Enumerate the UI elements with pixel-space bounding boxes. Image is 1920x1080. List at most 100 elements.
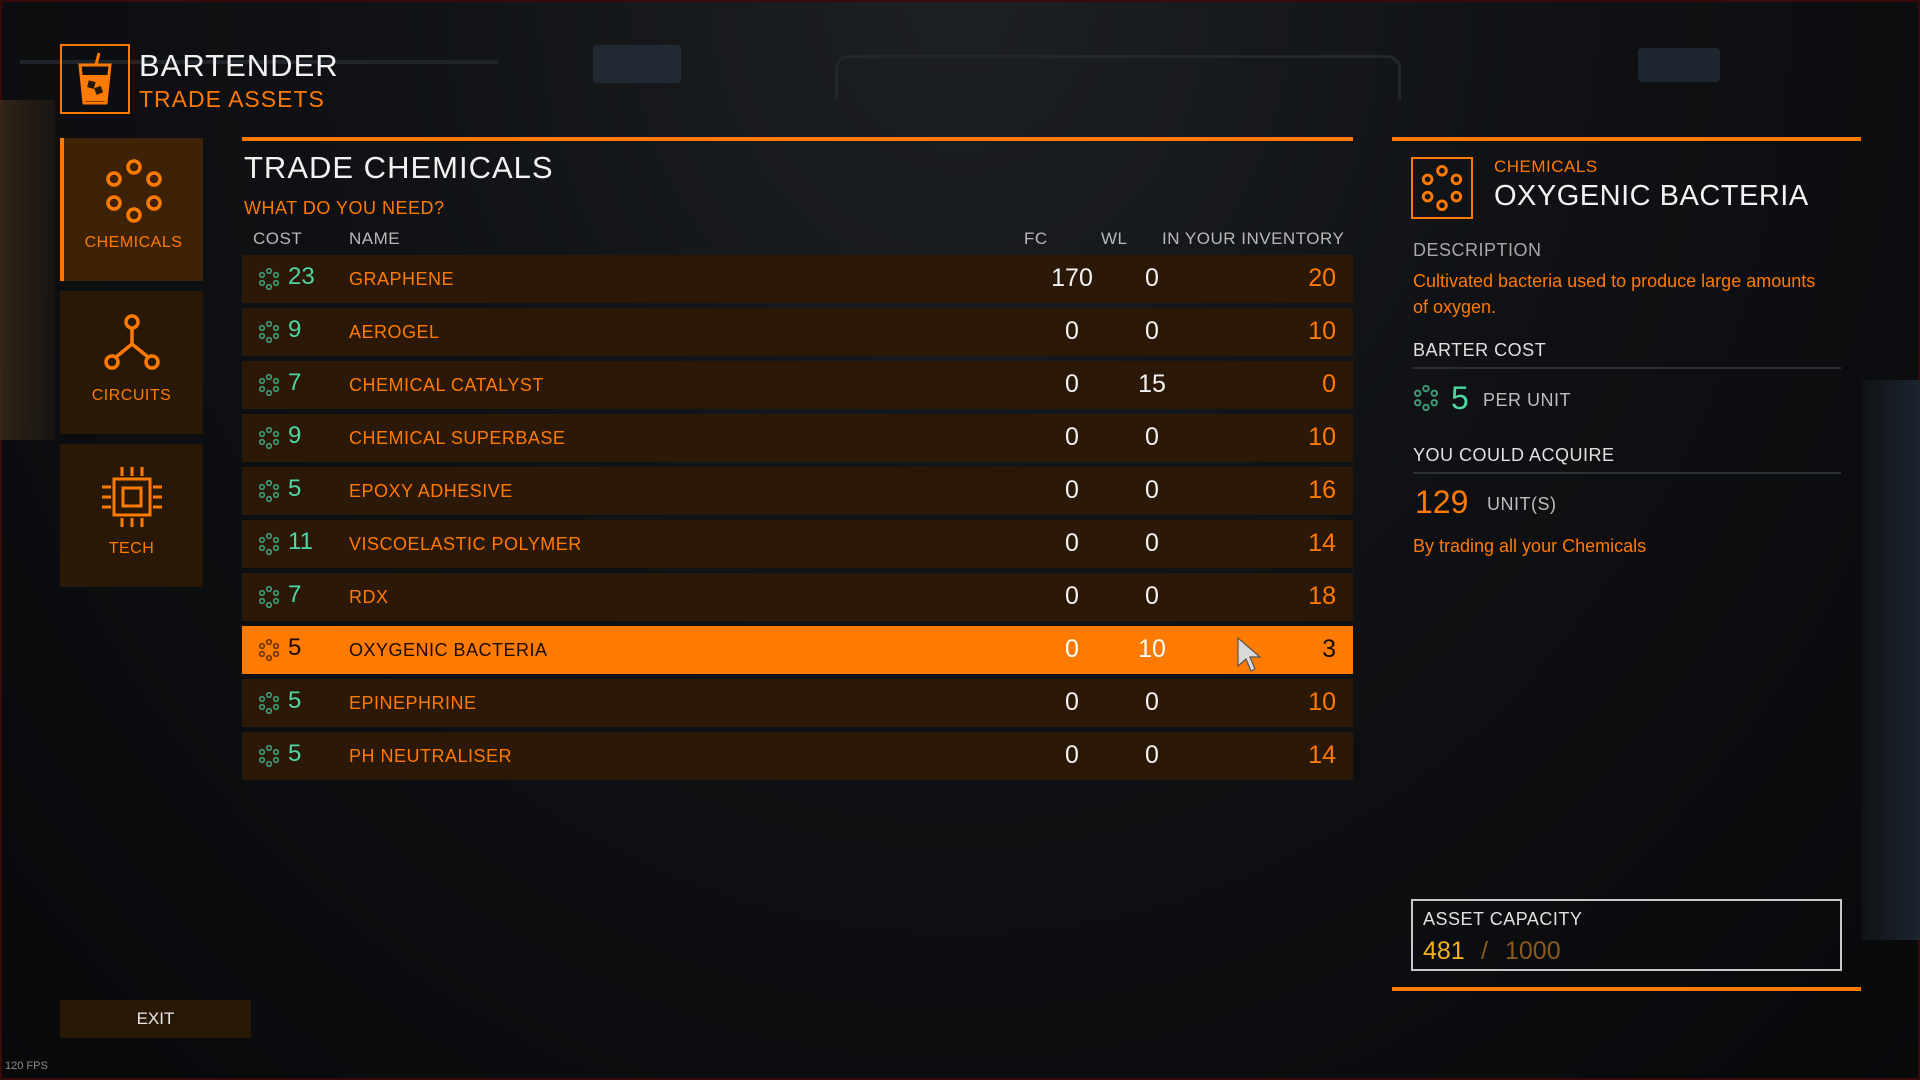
row-cost: 5 bbox=[288, 475, 302, 502]
row-name: OXYGENIC BACTERIA bbox=[349, 640, 548, 660]
asset-capacity-current: 481 bbox=[1423, 937, 1465, 965]
background-right-panel bbox=[1862, 380, 1920, 940]
cost-chemicals-icon bbox=[258, 427, 280, 449]
asset-capacity-separator: / bbox=[1481, 937, 1488, 965]
column-header-name: NAME bbox=[349, 229, 401, 248]
row-cost: 11 bbox=[288, 528, 313, 555]
row-wl: 15 bbox=[1138, 370, 1166, 398]
column-header-inventory: IN YOUR INVENTORY bbox=[1162, 229, 1345, 248]
row-inventory: 18 bbox=[1308, 582, 1336, 610]
row-wl: 10 bbox=[1138, 635, 1166, 663]
cost-chemicals-icon bbox=[258, 374, 280, 396]
cost-chemicals-icon bbox=[258, 745, 280, 767]
background-console-bar bbox=[835, 55, 1401, 100]
row-inventory: 14 bbox=[1308, 741, 1336, 769]
row-cost: 7 bbox=[288, 369, 302, 396]
column-header-wl: WL bbox=[1101, 229, 1128, 248]
acquire-value: 129 bbox=[1415, 484, 1469, 520]
main-panel-accent-line bbox=[242, 137, 1353, 141]
row-cost: 7 bbox=[288, 581, 302, 608]
detail-chemicals-icon bbox=[1411, 157, 1473, 219]
cost-chemicals-icon bbox=[258, 321, 280, 343]
row-name: GRAPHENE bbox=[349, 269, 455, 289]
row-wl: 0 bbox=[1145, 582, 1159, 610]
column-header-fc: FC bbox=[1024, 229, 1048, 248]
row-cost: 23 bbox=[288, 263, 315, 290]
row-inventory: 10 bbox=[1308, 317, 1336, 345]
row-wl: 0 bbox=[1145, 741, 1159, 769]
row-name: RDX bbox=[349, 587, 389, 607]
exit-button[interactable]: EXIT bbox=[60, 1000, 251, 1038]
cost-chemicals-icon bbox=[258, 533, 280, 555]
nav-label-chemicals: CHEMICALS bbox=[84, 234, 183, 251]
row-inventory: 14 bbox=[1308, 529, 1336, 557]
background-left-panel bbox=[0, 100, 55, 440]
row-inventory: 16 bbox=[1308, 476, 1336, 504]
divider bbox=[1413, 472, 1841, 474]
table-row-selected[interactable]: 5 OXYGENIC BACTERIA 0 10 3 bbox=[242, 626, 1353, 674]
background-light bbox=[1638, 48, 1720, 82]
asset-capacity-label: ASSET CAPACITY bbox=[1423, 909, 1583, 929]
row-cost: 5 bbox=[288, 634, 302, 661]
table-row[interactable]: 5 PH NEUTRALISER 0 0 14 bbox=[242, 732, 1353, 780]
barter-cost-value: 5 bbox=[1451, 380, 1469, 416]
nav-label-tech: TECH bbox=[108, 540, 155, 557]
table-row[interactable]: 11 VISCOELASTIC POLYMER 0 0 14 bbox=[242, 520, 1353, 568]
mouse-cursor-icon bbox=[1237, 636, 1262, 672]
description-label: DESCRIPTION bbox=[1413, 240, 1542, 260]
asset-capacity-box: ASSET CAPACITY 481 / 1000 bbox=[1411, 899, 1842, 971]
nav-chemicals[interactable]: CHEMICALS bbox=[60, 138, 203, 281]
page-subtitle: TRADE ASSETS bbox=[139, 86, 325, 112]
row-cost: 9 bbox=[288, 316, 302, 343]
trade-panel-title: TRADE CHEMICALS bbox=[244, 150, 554, 185]
fps-counter: 120 FPS bbox=[5, 1060, 48, 1072]
row-name: CHEMICAL SUPERBASE bbox=[349, 428, 566, 448]
nav-circuits[interactable]: CIRCUITS bbox=[60, 291, 203, 434]
nav-tech[interactable]: TECH bbox=[60, 444, 203, 587]
row-inventory: 10 bbox=[1308, 423, 1336, 451]
description-text: Cultivated bacteria used to produce larg… bbox=[1413, 271, 1816, 317]
row-name: PH NEUTRALISER bbox=[349, 746, 513, 766]
row-cost: 5 bbox=[288, 740, 302, 767]
acquire-unit: UNIT(S) bbox=[1487, 494, 1557, 514]
barter-chemicals-icon bbox=[1414, 385, 1438, 411]
chemicals-icon bbox=[102, 156, 166, 226]
row-name: VISCOELASTIC POLYMER bbox=[349, 534, 582, 554]
column-header-cost: COST bbox=[253, 229, 303, 248]
page-title: BARTENDER bbox=[139, 48, 339, 83]
row-inventory: 0 bbox=[1322, 370, 1336, 398]
row-inventory: 20 bbox=[1308, 264, 1336, 292]
table-row[interactable]: 23 GRAPHENE 170 0 20 bbox=[242, 255, 1353, 303]
table-row[interactable]: 7 CHEMICAL CATALYST 0 15 0 bbox=[242, 361, 1353, 409]
tech-chip-icon bbox=[99, 462, 165, 532]
table-row[interactable]: 5 EPINEPHRINE 0 0 10 bbox=[242, 679, 1353, 727]
barter-cost-label: BARTER COST bbox=[1413, 340, 1547, 360]
row-wl: 0 bbox=[1145, 264, 1159, 292]
row-name: CHEMICAL CATALYST bbox=[349, 375, 544, 395]
row-inventory: 10 bbox=[1308, 688, 1336, 716]
row-name: EPINEPHRINE bbox=[349, 693, 477, 713]
row-wl: 0 bbox=[1145, 476, 1159, 504]
detail-item-name: OXYGENIC BACTERIA bbox=[1494, 180, 1809, 212]
row-wl: 0 bbox=[1145, 688, 1159, 716]
table-row[interactable]: 9 AEROGEL 0 0 10 bbox=[242, 308, 1353, 356]
table-row[interactable]: 5 EPOXY ADHESIVE 0 0 16 bbox=[242, 467, 1353, 515]
row-cost: 5 bbox=[288, 687, 302, 714]
chemicals-table: 23 GRAPHENE 170 0 20 9 AEROGEL 0 0 10 7 … bbox=[242, 255, 1353, 785]
row-name: AEROGEL bbox=[349, 322, 440, 342]
asset-capacity-max: 1000 bbox=[1505, 937, 1561, 965]
cost-chemicals-icon bbox=[258, 480, 280, 502]
detail-panel-bottom-line bbox=[1392, 987, 1861, 991]
table-row[interactable]: 7 RDX 0 0 18 bbox=[242, 573, 1353, 621]
bartender-drink-icon bbox=[60, 44, 130, 114]
cost-chemicals-icon bbox=[258, 639, 280, 661]
row-wl: 0 bbox=[1145, 423, 1159, 451]
cost-chemicals-icon bbox=[258, 692, 280, 714]
background-light bbox=[593, 45, 681, 83]
barter-cost-unit: PER UNIT bbox=[1483, 390, 1572, 410]
detail-panel-accent-line bbox=[1392, 137, 1861, 141]
circuits-icon bbox=[100, 309, 164, 379]
table-row[interactable]: 9 CHEMICAL SUPERBASE 0 0 10 bbox=[242, 414, 1353, 462]
row-name: EPOXY ADHESIVE bbox=[349, 481, 513, 501]
nav-label-circuits: CIRCUITS bbox=[91, 387, 172, 404]
